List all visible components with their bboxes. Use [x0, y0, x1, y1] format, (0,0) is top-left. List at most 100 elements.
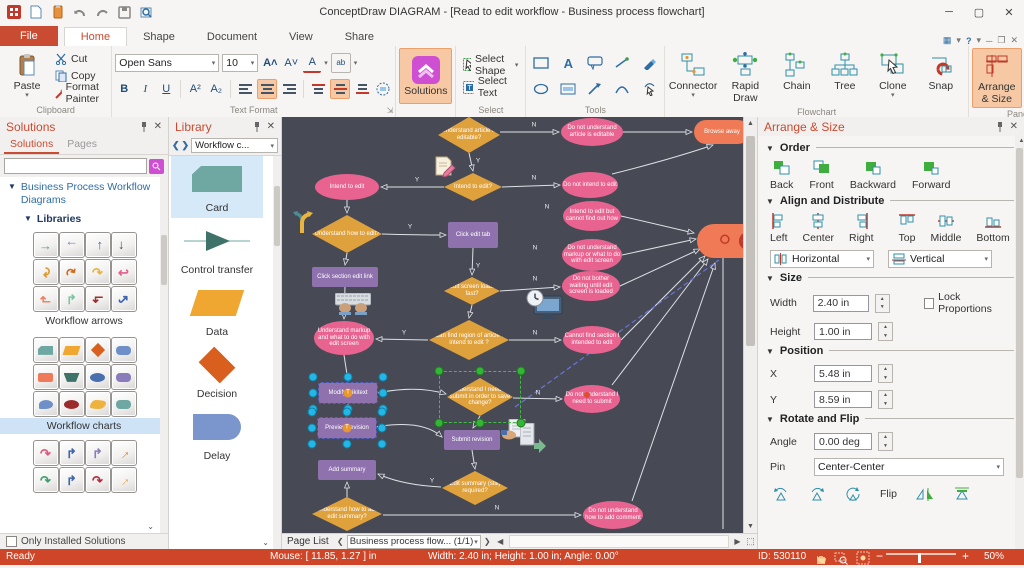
close-panel-icon[interactable]: ✕ [1010, 121, 1018, 132]
flip-vertical-icon[interactable] [953, 486, 971, 502]
flowchart-node[interactable]: Do not understand I need to submit [564, 385, 620, 413]
align-left-button[interactable] [236, 80, 254, 98]
font-size-combo[interactable]: 10▾ [222, 54, 258, 72]
library-caption-workflow-arrows[interactable]: Workflow arrows [0, 313, 168, 329]
superscript-button[interactable]: A² [186, 80, 204, 98]
flowchart-node[interactable]: Do not bother waiting until edit screen … [562, 271, 620, 301]
lock-proportions-checkbox[interactable] [924, 298, 935, 309]
scroll-right-icon[interactable]: ▶ [731, 537, 744, 546]
next-page-icon[interactable]: ❯ [481, 537, 494, 546]
order-front-button[interactable]: Front [809, 160, 834, 191]
library-preview-tile[interactable]: → [33, 232, 59, 258]
library-preview-tile[interactable]: → [85, 232, 111, 258]
flowchart-node[interactable]: Modify wikitextT [319, 383, 377, 403]
chain-button[interactable]: Chain [773, 48, 821, 106]
tab-document[interactable]: Document [191, 28, 273, 46]
collapse-icon[interactable]: ▼ [766, 414, 774, 424]
cut-button[interactable]: Cut [53, 51, 106, 67]
collapse-icon[interactable]: ▼ [766, 196, 774, 206]
subscript-button[interactable]: A₂ [207, 80, 225, 98]
format-painter-button[interactable]: Format Painter [53, 85, 106, 101]
text-block-tool[interactable] [556, 78, 580, 100]
underline-button[interactable]: U [157, 80, 175, 98]
library-preview-tile[interactable]: ↷ [33, 259, 59, 285]
library-preview-tile[interactable]: ↪ [111, 286, 137, 312]
workspace-icon[interactable]: ▦ [943, 35, 952, 46]
arrow-tool[interactable] [583, 78, 607, 100]
increase-font-button[interactable]: A˄ [261, 54, 279, 72]
rotate-left-icon[interactable] [772, 487, 790, 502]
library-preview-tile[interactable]: ↱ [33, 286, 59, 312]
close-button[interactable]: ✕ [994, 1, 1024, 23]
flowchart-node[interactable]: Understand markup and what to do with ed… [314, 321, 374, 355]
flowchart-node[interactable]: Do not understand article is editable [561, 118, 623, 146]
library-preview-tile[interactable] [85, 364, 111, 390]
find-icon[interactable] [138, 4, 154, 20]
distribute-vertical-combo[interactable]: Vertical▾ [888, 250, 992, 268]
flowchart-node[interactable]: Browse away [694, 120, 743, 144]
flowchart-node[interactable]: Cannot find section I intended to edit [563, 326, 621, 354]
font-color-button[interactable]: A [303, 53, 321, 73]
zoom-out-button[interactable]: − [876, 549, 883, 563]
library-preview-tile[interactable]: → [111, 440, 137, 466]
free-rotate-icon[interactable] [844, 487, 862, 502]
page-selector-combo[interactable]: Business process flow... (1/1)▾ [347, 535, 481, 549]
angle-stepper[interactable]: ▲▼ [878, 432, 893, 451]
text-format-dialog-launcher[interactable]: ⇲ [387, 106, 394, 115]
height-stepper[interactable]: ▲▼ [878, 322, 893, 341]
flowchart-node[interactable]: Add summary [318, 460, 376, 480]
arrange-scrollbar[interactable]: ▲ [1015, 136, 1024, 549]
rapid-draw-button[interactable]: Rapid Draw [718, 48, 773, 106]
pin-combo[interactable]: Center-Center▾ [814, 458, 1004, 476]
canvas-horizontal-scrollbar[interactable] [509, 535, 729, 548]
library-preview-tile[interactable]: ↷ [59, 259, 85, 285]
scroll-down-chevron-icon[interactable]: ⌄ [147, 522, 154, 531]
angle-input[interactable]: 0.00 deg [814, 433, 872, 450]
pan-hand-icon[interactable] [814, 551, 827, 568]
only-installed-checkbox[interactable] [6, 536, 17, 547]
curve-tool[interactable] [610, 78, 634, 100]
library-preview-tile[interactable] [111, 337, 137, 363]
close-panel-icon[interactable]: ✕ [154, 121, 162, 132]
align-right-button[interactable] [280, 80, 298, 98]
help-caret-icon[interactable]: ▾ [976, 35, 981, 46]
zoom-area-icon[interactable] [834, 551, 848, 568]
help-icon[interactable]: ? [966, 36, 972, 46]
solutions-scrollbar[interactable] [160, 177, 168, 533]
callout-tool[interactable] [583, 52, 607, 74]
flowchart-node[interactable]: Do not understand markup or what to do w… [562, 239, 622, 271]
library-preview-tile[interactable] [59, 337, 85, 363]
save-icon[interactable] [116, 4, 132, 20]
scroll-up-icon[interactable]: ▲ [744, 117, 757, 130]
tab-view[interactable]: View [273, 28, 329, 46]
app-logo-icon[interactable] [6, 4, 22, 20]
library-preview-tile[interactable]: → [59, 232, 85, 258]
library-prev-icon[interactable]: ❮ [172, 140, 180, 151]
flowchart-node[interactable]: Click edit tab [448, 222, 498, 248]
align-middle-button[interactable]: Middle [930, 213, 961, 244]
align-left-edge-button[interactable]: Left [770, 213, 788, 244]
width-stepper[interactable]: ▲▼ [875, 294, 890, 313]
italic-button[interactable]: I [136, 80, 154, 98]
highlight-button[interactable]: ab [331, 53, 351, 73]
new-document-icon[interactable] [28, 4, 44, 20]
library-next-icon[interactable]: ❯ [182, 140, 190, 151]
align-center-button[interactable] [257, 79, 277, 99]
library-item-control-transfer[interactable]: Control transfer [171, 218, 263, 280]
library-preview-tile[interactable] [33, 391, 59, 417]
library-preview-tile[interactable] [59, 364, 85, 390]
align-bottom-button[interactable]: Bottom [976, 213, 1009, 244]
decrease-font-button[interactable]: A˅ [282, 54, 300, 72]
minimize-button[interactable]: ─ [934, 1, 964, 23]
collapse-icon[interactable]: ▼ [766, 143, 774, 153]
library-preview-tile[interactable] [111, 391, 137, 417]
solutions-search-input[interactable] [4, 158, 147, 174]
ellipse-tool[interactable] [529, 78, 553, 100]
library-preview-tile[interactable]: ↱ [59, 467, 85, 493]
position-y-input[interactable]: 8.59 in [814, 391, 872, 408]
library-preview-tile[interactable] [59, 391, 85, 417]
font-color-caret-icon[interactable]: ▾ [324, 59, 328, 67]
close-doc-icon[interactable]: ✕ [1010, 35, 1018, 46]
valign-top-button[interactable] [309, 80, 327, 98]
collapse-icon[interactable]: ▼ [766, 346, 774, 356]
